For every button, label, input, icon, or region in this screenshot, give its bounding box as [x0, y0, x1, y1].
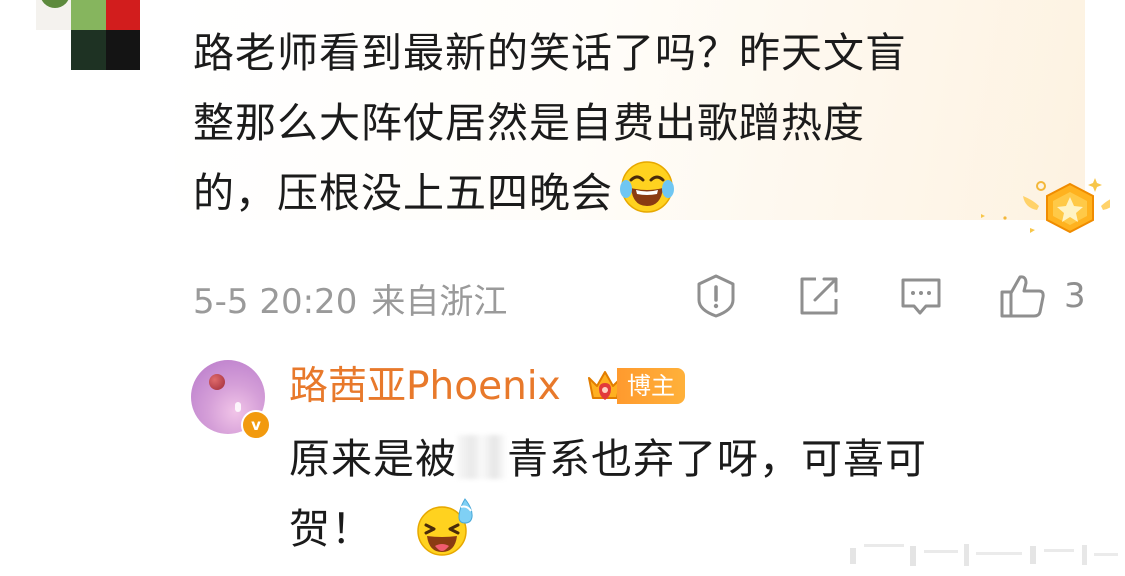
like-count: 3	[1064, 276, 1086, 316]
comment-meta: 5-5 20:20 来自浙江	[193, 274, 507, 323]
share-button[interactable]	[796, 272, 842, 320]
comment-thread: 路老师看到最新的笑话了吗？昨天文盲 整那么大阵仗居然是自费出歌蹭热度 的，压根没…	[0, 0, 1125, 576]
reply-text-line-2: 贺！	[289, 505, 373, 553]
comment-location: 来自浙江	[371, 282, 508, 322]
commenter-avatar[interactable]	[36, 0, 140, 70]
like-button[interactable]: 3	[998, 272, 1086, 320]
comment-line-1: 路老师看到最新的笑话了吗？昨天文盲	[193, 29, 907, 77]
reply-author-name[interactable]: 路茜亚Phoenix	[289, 362, 561, 412]
share-icon	[800, 277, 838, 315]
comment-line-3: 的，压根没上五四晚会	[193, 169, 613, 217]
grinning-sweat-emoji-icon	[415, 497, 479, 576]
host-badge: 博主	[617, 368, 685, 404]
reply-text-part-2: 青系也弃了呀，可喜可	[507, 435, 927, 483]
medal-badge-icon	[981, 178, 1110, 234]
reply-button[interactable]	[898, 272, 944, 320]
comment-date: 5-5 20:20	[193, 282, 358, 322]
blurred-text	[457, 435, 507, 479]
report-button[interactable]	[694, 272, 738, 320]
laughing-tears-emoji-icon	[619, 159, 675, 236]
comment-line-2: 整那么大阵仗居然是自费出歌蹭热度	[193, 99, 865, 147]
comment-text: 路老师看到最新的笑话了吗？昨天文盲 整那么大阵仗居然是自费出歌蹭热度 的，压根没…	[193, 18, 1053, 236]
report-icon	[697, 274, 735, 318]
reply-text-part-1: 原来是被	[289, 435, 457, 483]
watermark-icon	[850, 544, 1118, 566]
like-icon	[1000, 275, 1045, 318]
comment-icon	[901, 278, 941, 315]
verified-icon: v	[241, 410, 271, 440]
